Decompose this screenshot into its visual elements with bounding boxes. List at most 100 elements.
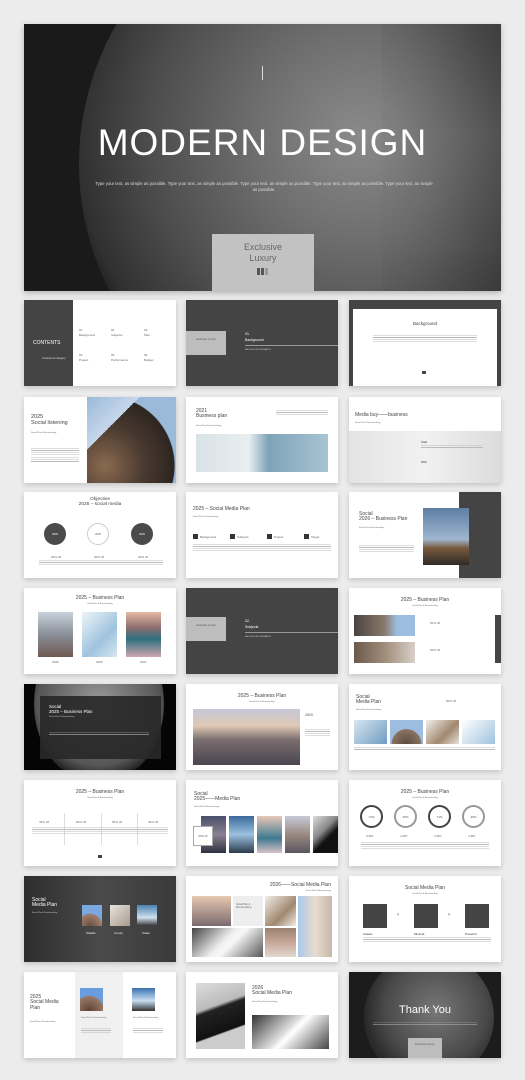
slide-background[interactable]: Background [349, 300, 501, 386]
slide-thank-you[interactable]: Thank You Exclusive Luxury [349, 972, 501, 1058]
santorini-image [126, 612, 161, 657]
slide-title: 2025——Media Plan [194, 796, 241, 803]
slide-social-2026[interactable]: Social 2026 – Business Plan Social Plan &… [349, 492, 501, 578]
year: 2027 [140, 660, 147, 664]
year: 2019 [305, 713, 313, 717]
circle-badge: 2025 [87, 523, 109, 545]
year: 2020 [52, 660, 59, 664]
slide-subtitle: Social Plan & Benchmarking [249, 701, 275, 703]
item-label: Background [200, 535, 217, 539]
slide-media-plan-2026[interactable]: 2026 Social Media Plan Social Plan & Benc… [186, 972, 338, 1058]
step-label: Classic [363, 932, 373, 936]
value: 30% off [94, 555, 105, 559]
section-caption: BACKGROUND RESEARCH [245, 636, 272, 638]
slide-title: 2026——Social Media Plan [269, 882, 331, 888]
collage-card-text: Social Plan & Benchmarking [236, 903, 252, 909]
item-label: Project [79, 357, 89, 362]
slide-section-01[interactable]: Exclusive Luxury 01. Background BACKGROU… [186, 300, 338, 386]
logo-icon [98, 855, 102, 858]
slide-business-plan-columns[interactable]: 2025 – Business Plan Social Plan & Bench… [24, 780, 176, 866]
slide-title: Media Plan [32, 902, 58, 909]
slide-title: 2025 – Business Plan [400, 597, 450, 603]
slide-media-plan-dark[interactable]: Social Media Plan Social Plan & Benchmark… [24, 876, 176, 962]
slide-subtitle: Social Plan & Benchmarking [359, 527, 385, 529]
item-label: Project [274, 535, 284, 539]
slide-media-plan-images[interactable]: Social Media Plan Social Plan & Benchmark… [349, 684, 501, 770]
item-label: Subjects [237, 535, 249, 539]
slide-contents[interactable]: CONTENTS Contents & category 01. Backgrou… [24, 300, 176, 386]
image-tile [257, 816, 282, 853]
progress-ring: 35% [462, 805, 485, 828]
slide-title: 2025 – Business Plan [49, 708, 93, 714]
value: 60% off [76, 820, 87, 824]
logo-icon [257, 267, 269, 275]
slide-media-plan-2025[interactable]: 2025 Social Media Plan Social Plan & Bench… [24, 972, 176, 1058]
slide-title: Media buy——business [355, 412, 408, 418]
slide-business-plan-years[interactable]: 2025 – Business Plan Social Plan & Bench… [24, 588, 176, 674]
contents-title: CONTENTS [33, 340, 61, 346]
item-label: Clean [142, 931, 150, 935]
image-tile [132, 988, 155, 1011]
building-image [196, 434, 328, 472]
slide-title: 2026 – Business Plan [359, 516, 408, 523]
slide-title: Social listening [31, 419, 68, 426]
image-tile [192, 896, 231, 926]
divider [262, 66, 263, 80]
image-tile [192, 928, 263, 957]
slide-subtitle: Social Plan & Benchmarking [30, 1021, 56, 1023]
cover-slide[interactable]: MODERN DESIGN Type your text, as simple … [24, 24, 501, 291]
slide-subtitle: Social Plan & Benchmarking [87, 797, 113, 799]
slide-title: 2025 – social media [78, 502, 122, 508]
image-tile [110, 905, 130, 926]
item-label: Subjects [111, 332, 123, 337]
slide-media-plan-collage[interactable]: 2026——Social Media Plan Social Plan & Be… [186, 876, 338, 962]
slide-objective[interactable]: Objective 2025 – social media 2025 2025 2… [24, 492, 176, 578]
cover-badge: Exclusive Luxury [212, 234, 314, 291]
slide-media-plan-steps[interactable]: Social Media Plan Social Plan & Benchmar… [349, 876, 501, 962]
image-tile [390, 720, 423, 744]
value: 50% off [430, 648, 441, 652]
square-icon [230, 534, 235, 539]
ring-number: 4,387 [468, 834, 476, 838]
glass-building-image [82, 612, 117, 657]
slide-title: Media Plan [356, 699, 382, 706]
value: 30% off [51, 555, 62, 559]
slide-media-buy[interactable]: Media buy——business Social Plan & Benchm… [349, 397, 501, 483]
item-label: Luxury [114, 931, 124, 935]
slide-business-plan-2021[interactable]: 2021 Business plan Social Plan & Benchmar… [186, 397, 338, 483]
slide-social-media-2025[interactable]: Social 2025——Media Plan Social Plan & Ben… [186, 780, 338, 866]
item-label: Performance [111, 357, 129, 362]
slide-business-plan-city[interactable]: 2025 – Business Plan Social Plan & Bench… [186, 684, 338, 770]
slide-subtitle: Social Plan & Benchmarking [193, 516, 219, 518]
slide-subtitle: Social Plan & Benchmarking [252, 1001, 278, 1003]
value: 43% off [39, 820, 50, 824]
chevron-right-icon: › [397, 912, 399, 918]
slide-title: 2025 – Business Plan [400, 789, 450, 795]
slide-subtitle: Social Plan & Benchmarking [87, 603, 113, 605]
slide-title: Plan [30, 1004, 41, 1011]
slide-social-listening[interactable]: 2025 Social listening Social Plan & Bench… [24, 397, 176, 483]
section-title: Subjects [245, 625, 259, 629]
slide-subtitle: Social Plan & Benchmarking [412, 797, 438, 799]
section-badge: Exclusive Luxury [186, 617, 226, 641]
slide-subtitle: Social Plan & Benchmarking [305, 890, 331, 892]
chevron-right-icon: › [448, 912, 450, 918]
step-icon [465, 904, 489, 928]
section-number: 01. [245, 332, 250, 336]
item-num: 03. [144, 328, 149, 332]
image-tile [229, 816, 254, 853]
slide-business-plan-off[interactable]: 2025 – Business Plan Social Plan & Bench… [349, 588, 501, 674]
background-image [349, 431, 501, 483]
keyboard-image [196, 983, 245, 1049]
square-icon [304, 534, 309, 539]
section-caption: BACKGROUND RESEARCH [245, 349, 272, 351]
slide-business-plan-rings[interactable]: 2025 – Business Plan Social Plan & Bench… [349, 780, 501, 866]
slide-social-media-plan[interactable]: 2025 – Social Media Plan Social Plan & B… [186, 492, 338, 578]
slide-section-02[interactable]: Exclusive Luxury 02. Subjects BACKGROUND… [186, 588, 338, 674]
value: 50% off [446, 699, 457, 703]
square-icon [267, 534, 272, 539]
slide-social-dark[interactable]: Social 2025 – Business Plan Social Plan &… [24, 684, 176, 770]
slide-title: 2025 – Social Media Plan [193, 506, 250, 512]
image-tile [298, 896, 332, 957]
image-tile [313, 816, 338, 853]
